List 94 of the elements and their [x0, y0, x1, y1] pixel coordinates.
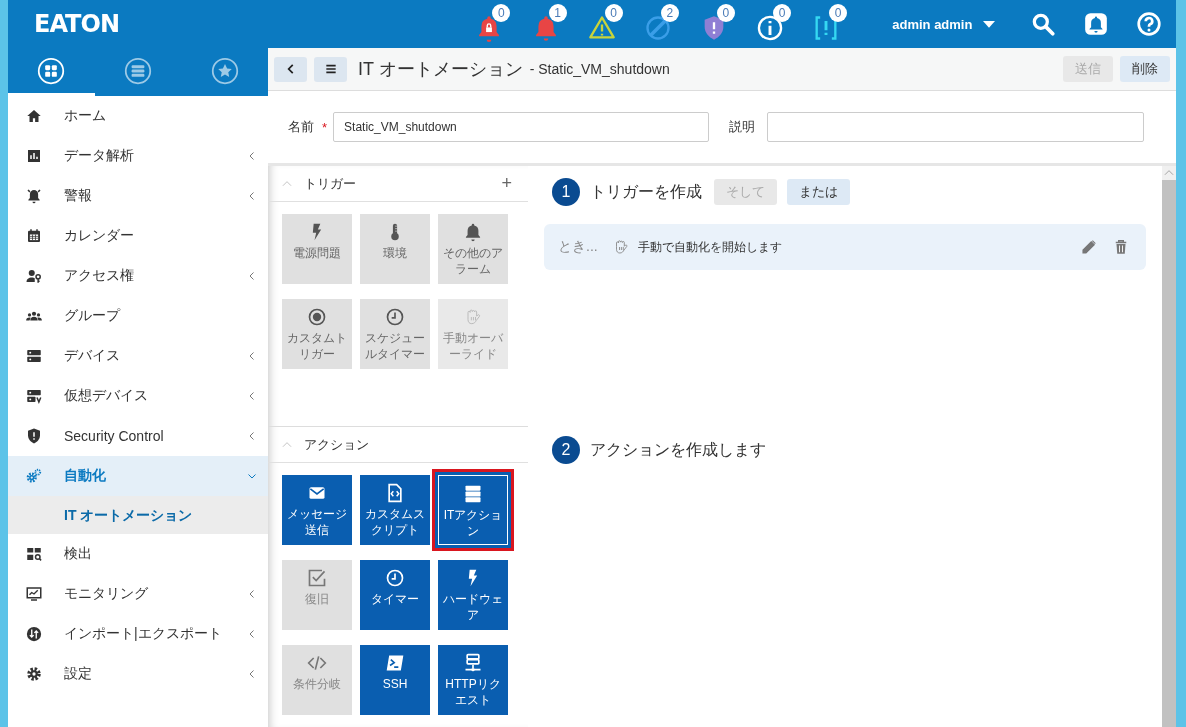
- submenu-item[interactable]: IT オートメーション: [8, 496, 268, 534]
- home-icon: [25, 107, 43, 125]
- grid-icon: [37, 56, 66, 85]
- field-label: 名前: [288, 118, 314, 136]
- count-badge: 0: [492, 4, 511, 22]
- alert-counter[interactable]: 2: [629, 2, 686, 46]
- alert-counter[interactable]: 0: [573, 2, 630, 46]
- code-icon: [307, 653, 327, 673]
- calendar-icon: [25, 227, 43, 245]
- count-badge: 0: [604, 4, 623, 22]
- step-title: トリガーを作成: [590, 181, 702, 202]
- user-key-icon: [25, 267, 43, 285]
- required-mark: *: [322, 119, 328, 135]
- scrollbar[interactable]: [1162, 166, 1176, 727]
- trigger-tile[interactable]: カスタムトリガー: [282, 299, 352, 369]
- menu-button[interactable]: [314, 56, 347, 82]
- alert-counter[interactable]: 1: [517, 2, 574, 46]
- trigger-tile[interactable]: スケジュールタイマー: [360, 299, 430, 369]
- page-title: IT オートメーション: [358, 58, 523, 81]
- menu-item[interactable]: ホーム: [8, 96, 268, 136]
- section-title: アクション: [304, 435, 370, 454]
- import-export-icon: [25, 625, 43, 643]
- logic-button[interactable]: または: [787, 179, 850, 205]
- menu-item[interactable]: アクセス権: [8, 256, 268, 296]
- ringing-bell-icon: [25, 187, 43, 205]
- step-number: 1: [552, 178, 580, 206]
- step-title: アクションを作成します: [590, 439, 766, 460]
- list-icon: [124, 56, 152, 85]
- gears-icon: [25, 467, 43, 485]
- help-icon: [1136, 11, 1163, 37]
- edit-icon: [1080, 238, 1098, 256]
- menu-item[interactable]: デバイス: [8, 336, 268, 376]
- count-badge: 0: [773, 4, 791, 22]
- alert-counter[interactable]: 0: [685, 2, 742, 46]
- menu-item[interactable]: 仮想デバイス: [8, 376, 268, 416]
- trigger-tile[interactable]: 環境: [360, 214, 430, 284]
- logo: EATON: [33, 10, 120, 38]
- action-tile[interactable]: タイマー: [360, 560, 430, 630]
- text-field[interactable]: Static_VM_shutdown: [333, 112, 710, 142]
- section-title: トリガー: [304, 174, 357, 193]
- trigger-prefix: とき...: [558, 238, 598, 256]
- monitor-chart-icon: [25, 585, 43, 603]
- trigger-description: 手動で自動化を開始します: [637, 238, 782, 256]
- action-tile[interactable]: HTTPリクエスト: [438, 645, 508, 715]
- text-field[interactable]: [767, 112, 1145, 142]
- clock-icon: [385, 568, 405, 588]
- shield-icon: [25, 427, 43, 445]
- automation-name: - Static_VM_shutdown: [529, 61, 670, 77]
- menu-item[interactable]: インポート|エクスポート: [8, 614, 268, 654]
- menu-item[interactable]: カレンダー: [8, 216, 268, 256]
- back-button[interactable]: [274, 56, 307, 82]
- server-icon: [25, 387, 43, 405]
- alert-counter[interactable]: 0: [798, 2, 855, 46]
- user-menu[interactable]: admin admin: [892, 15, 999, 33]
- terminal-icon: [385, 653, 405, 673]
- edit-button[interactable]: [1080, 238, 1098, 256]
- bar-chart-icon: [25, 147, 43, 165]
- action-tile[interactable]: メッセージ送信: [282, 475, 352, 545]
- trigger-tile[interactable]: その他のアラーム: [438, 214, 508, 284]
- alert-counter[interactable]: 0: [742, 2, 799, 46]
- action-tile[interactable]: SSH: [360, 645, 430, 715]
- checkbox-icon: [307, 568, 327, 588]
- menu-item[interactable]: モニタリング: [8, 574, 268, 614]
- count-badge: 2: [660, 4, 679, 22]
- notification-bell-icon: [1083, 11, 1110, 37]
- radio-button-icon: [307, 307, 327, 327]
- menu-item[interactable]: 自動化: [8, 456, 268, 496]
- action-tile[interactable]: ITアクション: [432, 469, 514, 551]
- add-button[interactable]: +: [497, 173, 516, 194]
- network-server-icon: [463, 653, 483, 673]
- clock-icon: [385, 307, 405, 327]
- menu-item[interactable]: グループ: [8, 296, 268, 336]
- code-file-icon: [385, 483, 405, 503]
- count-badge: 1: [548, 4, 567, 22]
- server-search-icon: [25, 545, 43, 563]
- trigger-tile[interactable]: 電源問題: [282, 214, 352, 284]
- menu-item[interactable]: 設定: [8, 654, 268, 694]
- toolbar-button[interactable]: 削除: [1120, 56, 1170, 82]
- stack-icon: [463, 484, 483, 504]
- action-tile[interactable]: ハードウェア: [438, 560, 508, 630]
- menu-item[interactable]: Security Control: [8, 416, 268, 456]
- search-icon: [1030, 11, 1056, 37]
- menu-item[interactable]: データ解析: [8, 136, 268, 176]
- count-badge: 0: [716, 4, 735, 22]
- menu-item[interactable]: 検出: [8, 534, 268, 574]
- server-icon: [25, 347, 43, 365]
- action-tile[interactable]: カスタムスクリプト: [360, 475, 430, 545]
- bell-icon: [463, 222, 483, 242]
- menu-item[interactable]: 警報: [8, 176, 268, 216]
- count-badge: 0: [829, 4, 848, 22]
- field-label: 説明: [729, 118, 756, 136]
- settings-icon: [25, 665, 43, 683]
- alert-counter[interactable]: 0: [461, 2, 518, 46]
- step-number: 2: [552, 436, 580, 464]
